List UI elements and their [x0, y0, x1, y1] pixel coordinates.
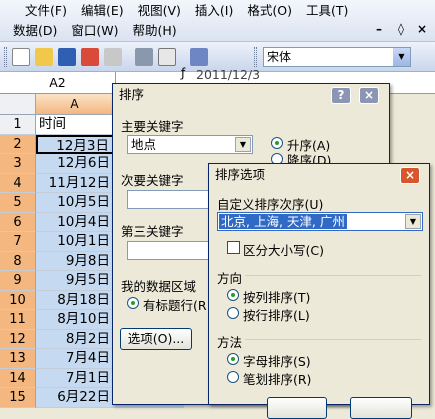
direction-label: 方向 [217, 271, 243, 286]
row-header[interactable]: 9 [0, 271, 36, 291]
menu-view[interactable]: 视图(V) [131, 1, 188, 21]
custom-order-combo[interactable]: 北京, 上海, 天津, 广州 ▼ [217, 212, 423, 231]
row-header[interactable]: 14 [0, 368, 36, 388]
has-header-radio[interactable] [127, 297, 139, 309]
format-toolbar-grip-icon[interactable] [254, 47, 257, 67]
name-box[interactable]: A2 [0, 72, 116, 93]
cell-a[interactable]: 8月2日 [36, 329, 114, 349]
stroke-label: 笔划排序(R) [243, 372, 312, 387]
row-header[interactable]: 8 [0, 251, 36, 271]
alphabetical-label: 字母排序(S) [243, 354, 311, 369]
column-header-a[interactable]: A [36, 94, 114, 115]
menu-help[interactable]: 帮助(H) [126, 21, 184, 41]
row-header[interactable]: 3 [0, 154, 36, 174]
case-sensitive-checkbox[interactable] [227, 241, 240, 254]
case-sensitive-label: 区分大小写(C) [243, 243, 324, 258]
font-name-value: 宋体 [267, 50, 292, 64]
close-icon[interactable]: × [414, 21, 430, 37]
chevron-down-icon[interactable]: ▼ [393, 48, 410, 66]
by-row-radio[interactable] [227, 307, 239, 319]
help-icon[interactable]: ? [331, 87, 351, 104]
select-all-corner[interactable] [0, 94, 36, 115]
options-button[interactable]: 选项(O)... [120, 328, 192, 350]
tertiary-key-label: 第三关键字 [121, 224, 184, 239]
cell-a[interactable]: 10月5日 [36, 193, 114, 213]
custom-order-label: 自定义排序次序(U) [217, 197, 324, 212]
restore-icon[interactable]: ◊ [393, 21, 409, 37]
print-icon[interactable] [135, 48, 153, 66]
cancel-button[interactable] [350, 397, 412, 419]
cell-a[interactable]: 11月12日 [36, 173, 114, 193]
method-divider [245, 339, 421, 340]
row-header[interactable]: 6 [0, 212, 36, 232]
cell-a[interactable]: 12月3日 [36, 134, 114, 154]
sort-options-title: 排序选项 [209, 164, 429, 186]
row-header[interactable]: 7 [0, 232, 36, 252]
chevron-down-icon[interactable]: ▼ [235, 137, 251, 152]
direction-divider [245, 275, 421, 276]
secondary-key-label: 次要关键字 [121, 173, 184, 188]
row-header[interactable]: 1 [0, 115, 36, 135]
menu-row-2: 数据(D) 窗口(W) 帮助(H) [6, 21, 184, 41]
menu-tools[interactable]: 工具(T) [299, 1, 355, 21]
row-header[interactable]: 11 [0, 310, 36, 330]
menu-edit[interactable]: 编辑(E) [74, 1, 131, 21]
permission-icon[interactable] [81, 48, 99, 66]
formula-content[interactable]: 2011/12/3 [196, 67, 260, 82]
close-icon[interactable]: × [400, 167, 420, 184]
alphabetical-radio[interactable] [227, 353, 239, 365]
chevron-down-icon[interactable]: ▼ [405, 214, 421, 229]
fx-icon[interactable]: ƒ [181, 66, 185, 80]
menu-row-1: 文件(F) 编辑(E) 视图(V) 插入(I) 格式(O) 工具(T) [18, 1, 355, 21]
toolbar-options-chevron-icon[interactable] [240, 47, 249, 67]
sort-options-dialog: 排序选项 × 自定义排序次序(U) 北京, 上海, 天津, 广州 ▼ 区分大小写… [208, 163, 430, 419]
menu-format[interactable]: 格式(O) [240, 1, 299, 21]
menu-file[interactable]: 文件(F) [18, 1, 74, 21]
close-icon[interactable]: × [359, 87, 379, 104]
cell-a[interactable]: 8月18日 [36, 290, 114, 310]
row-header[interactable]: 13 [0, 349, 36, 369]
row-header[interactable]: 12 [0, 329, 36, 349]
menu-insert[interactable]: 插入(I) [188, 1, 240, 21]
menu-bar: 文件(F) 编辑(E) 视图(V) 插入(I) 格式(O) 工具(T) 数据(D… [0, 0, 435, 42]
ascending-radio[interactable] [271, 137, 283, 149]
cell-a[interactable]: 10月1日 [36, 232, 114, 252]
row-header[interactable]: 4 [0, 173, 36, 193]
by-row-label: 按行排序(L) [243, 308, 310, 323]
minimize-icon[interactable]: – [371, 21, 387, 37]
save-icon[interactable] [58, 48, 76, 66]
primary-key-combo[interactable]: 地点 ▼ [127, 135, 253, 154]
row-header[interactable]: 2 [0, 134, 36, 154]
cell-a[interactable]: 7月1日 [36, 368, 114, 388]
data-range-label: 我的数据区域 [121, 279, 197, 294]
toolbar-grip-icon[interactable] [4, 47, 7, 67]
ok-button[interactable] [267, 397, 327, 419]
email-icon[interactable] [104, 48, 122, 66]
cell-a[interactable]: 9月5日 [36, 271, 114, 291]
print-preview-icon[interactable] [158, 48, 176, 66]
by-column-radio[interactable] [227, 289, 239, 301]
cell-a[interactable]: 时间 [36, 115, 114, 135]
row-header[interactable]: 10 [0, 290, 36, 310]
row-header[interactable]: 5 [0, 193, 36, 213]
primary-key-value: 地点 [131, 137, 157, 152]
primary-key-label: 主要关键字 [121, 119, 184, 134]
menu-data[interactable]: 数据(D) [6, 21, 64, 41]
has-header-label: 有标题行(R [143, 298, 207, 313]
open-folder-icon[interactable] [35, 48, 53, 66]
cell-a[interactable]: 10月4日 [36, 212, 114, 232]
font-name-combo[interactable]: 宋体 ▼ [263, 47, 411, 67]
spelling-icon[interactable] [190, 48, 208, 66]
stroke-radio[interactable] [227, 371, 239, 383]
cell-a[interactable]: 7月4日 [36, 349, 114, 369]
format-toolbar-options-chevron-icon[interactable] [420, 47, 429, 67]
by-column-label: 按列排序(T) [243, 290, 311, 305]
cell-a[interactable]: 8月10日 [36, 310, 114, 330]
cell-a[interactable]: 12月6日 [36, 154, 114, 174]
custom-order-value: 北京, 上海, 天津, 广州 [219, 214, 347, 229]
new-document-icon[interactable] [12, 48, 30, 66]
menu-window[interactable]: 窗口(W) [64, 21, 125, 41]
cell-a[interactable]: 9月8日 [36, 251, 114, 271]
method-label: 方法 [217, 335, 243, 350]
